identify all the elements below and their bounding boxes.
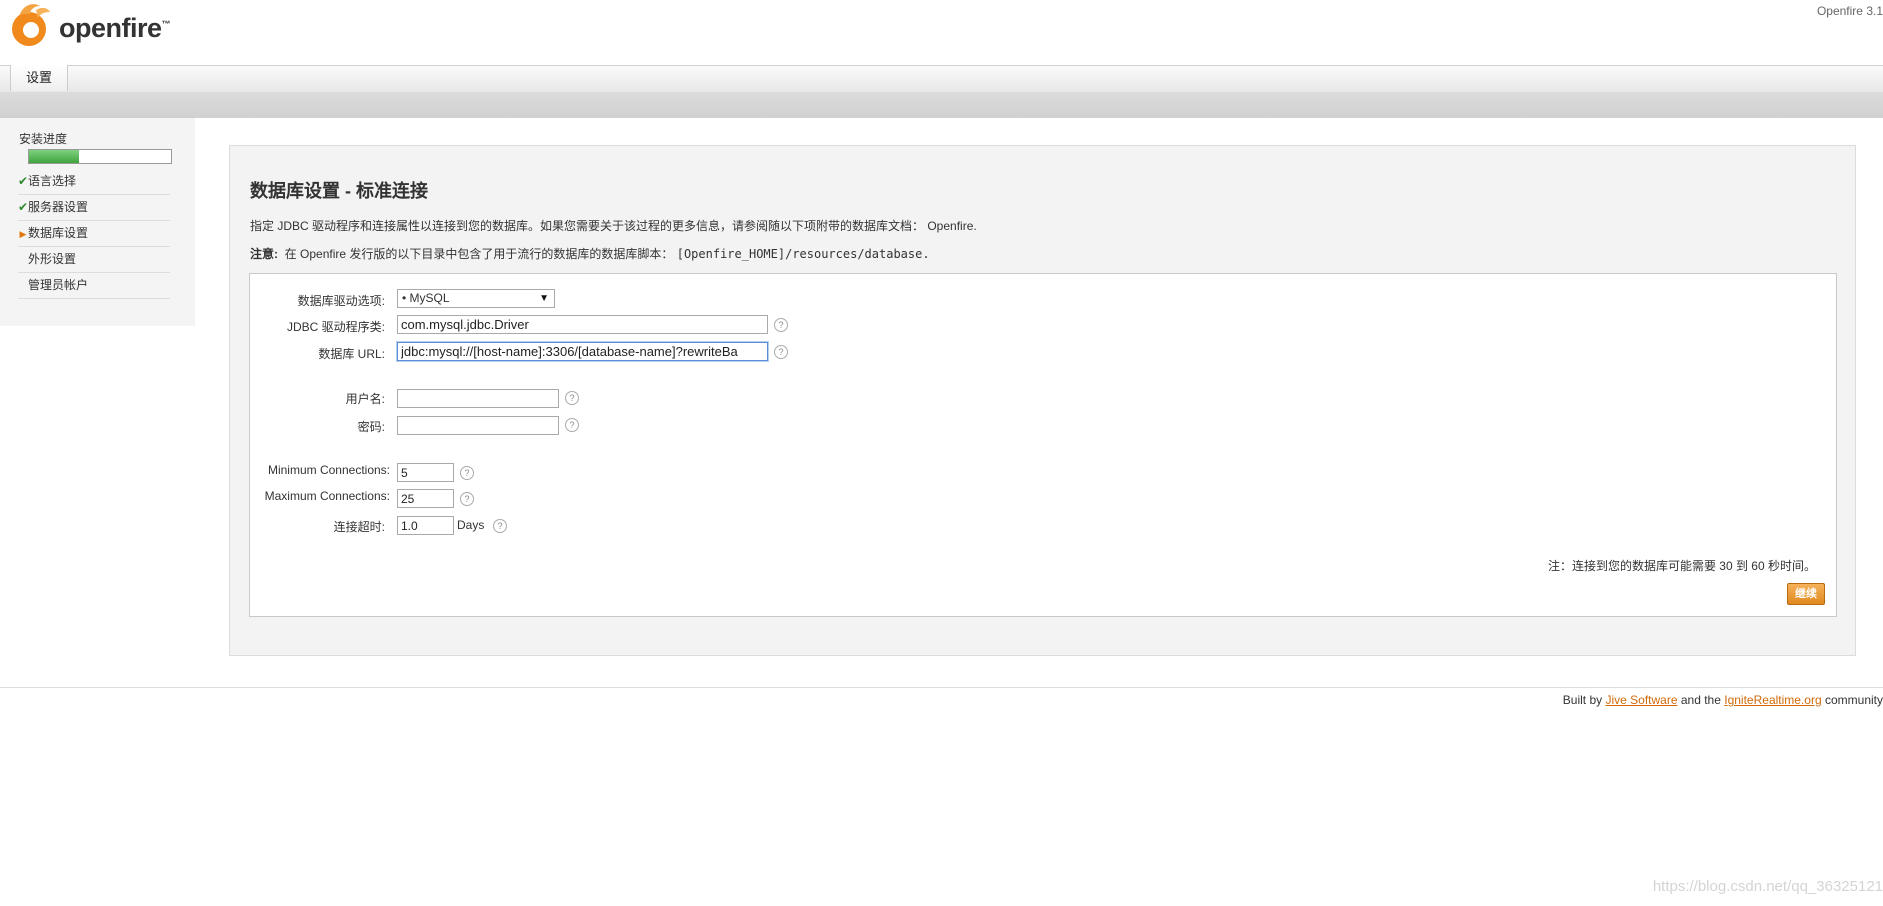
page-note: 注意: 在 Openfire 发行版的以下目录中包含了用于流行的数据库的数据库脚… bbox=[250, 247, 930, 261]
openfire-logo-icon bbox=[12, 4, 50, 46]
page-description: 指定 JDBC 驱动程序和连接属性以连接到您的数据库。如果您需要关于该过程的更多… bbox=[250, 219, 977, 233]
check-icon: ✔ bbox=[18, 174, 29, 188]
min-connections-input[interactable] bbox=[397, 463, 454, 482]
driver-select[interactable]: • MySQL ▼ bbox=[397, 289, 555, 308]
jdbc-class-input[interactable] bbox=[397, 315, 768, 334]
max-connections-label: Maximum Connections: bbox=[264, 489, 390, 503]
sidebar-item-database[interactable]: ▶ 数据库设置 bbox=[18, 221, 170, 247]
sidebar-item-server[interactable]: ✔服务器设置 bbox=[18, 195, 170, 221]
help-icon[interactable]: ? bbox=[565, 391, 579, 405]
check-icon: ✔ bbox=[18, 200, 29, 214]
current-arrow-icon: ▶ bbox=[19, 229, 27, 239]
tab-setup[interactable]: 设置 bbox=[10, 65, 69, 91]
help-icon[interactable]: ? bbox=[460, 492, 474, 506]
username-input[interactable] bbox=[397, 389, 559, 408]
username-label: 用户名: bbox=[345, 392, 385, 406]
timeout-unit-label: Days bbox=[457, 518, 485, 532]
help-icon[interactable]: ? bbox=[493, 519, 507, 533]
progress-bar-fill bbox=[29, 150, 79, 163]
footer: Built by Jive Software and the IgniteRea… bbox=[1562, 693, 1883, 707]
database-url-label: 数据库 URL: bbox=[318, 347, 385, 361]
sidebar-item-admin-account: 管理员帐户 bbox=[18, 273, 170, 299]
help-icon[interactable]: ? bbox=[774, 318, 788, 332]
connection-timeout-input[interactable] bbox=[397, 516, 454, 535]
subnav-band bbox=[0, 92, 1883, 118]
tab-bar bbox=[0, 65, 1883, 93]
max-connections-input[interactable] bbox=[397, 489, 454, 508]
connection-time-note: 注：连接到您的数据库可能需要 30 到 60 秒时间。 bbox=[1547, 559, 1816, 573]
progress-label: 安装进度 bbox=[19, 132, 68, 146]
connection-timeout-label: 连接超时: bbox=[333, 520, 385, 534]
version-label: Openfire 3.1 bbox=[1816, 4, 1883, 18]
help-icon[interactable]: ? bbox=[774, 345, 788, 359]
sidebar-item-label: 管理员帐户 bbox=[28, 278, 89, 292]
help-icon[interactable]: ? bbox=[565, 418, 579, 432]
jive-software-link[interactable]: Jive Software bbox=[1605, 693, 1677, 707]
password-input[interactable] bbox=[397, 416, 559, 435]
sidebar-item-label: 服务器设置 bbox=[28, 200, 89, 214]
sidebar-item-label: 语言选择 bbox=[28, 174, 77, 188]
jdbc-class-label: JDBC 驱动程序类: bbox=[286, 320, 385, 334]
progress-bar bbox=[28, 149, 172, 164]
dropdown-arrow-icon: ▼ bbox=[539, 293, 549, 304]
footer-divider bbox=[0, 687, 1883, 688]
ignite-realtime-link[interactable]: IgniteRealtime.org bbox=[1724, 693, 1821, 707]
continue-button[interactable]: 继续 bbox=[1787, 583, 1825, 605]
password-label: 密码: bbox=[357, 420, 385, 434]
database-scripts-path: [Openfire_HOME]/resources/database. bbox=[676, 247, 930, 261]
sidebar-item-label: 数据库设置 bbox=[28, 226, 89, 240]
page-title: 数据库设置 - 标准连接 bbox=[250, 181, 428, 201]
sidebar-item-label: 外形设置 bbox=[28, 252, 77, 266]
sidebar-item-appearance: 外形设置 bbox=[18, 247, 170, 273]
min-connections-label: Minimum Connections: bbox=[267, 463, 390, 477]
watermark: https://blog.csdn.net/qq_36325121 bbox=[1652, 878, 1883, 895]
help-icon[interactable]: ? bbox=[460, 466, 474, 480]
app-logo-text: openfire™ bbox=[59, 13, 171, 43]
database-url-input[interactable] bbox=[397, 342, 768, 361]
driver-label: 数据库驱动选项: bbox=[297, 294, 385, 308]
sidebar-item-language[interactable]: ✔语言选择 bbox=[18, 169, 170, 195]
